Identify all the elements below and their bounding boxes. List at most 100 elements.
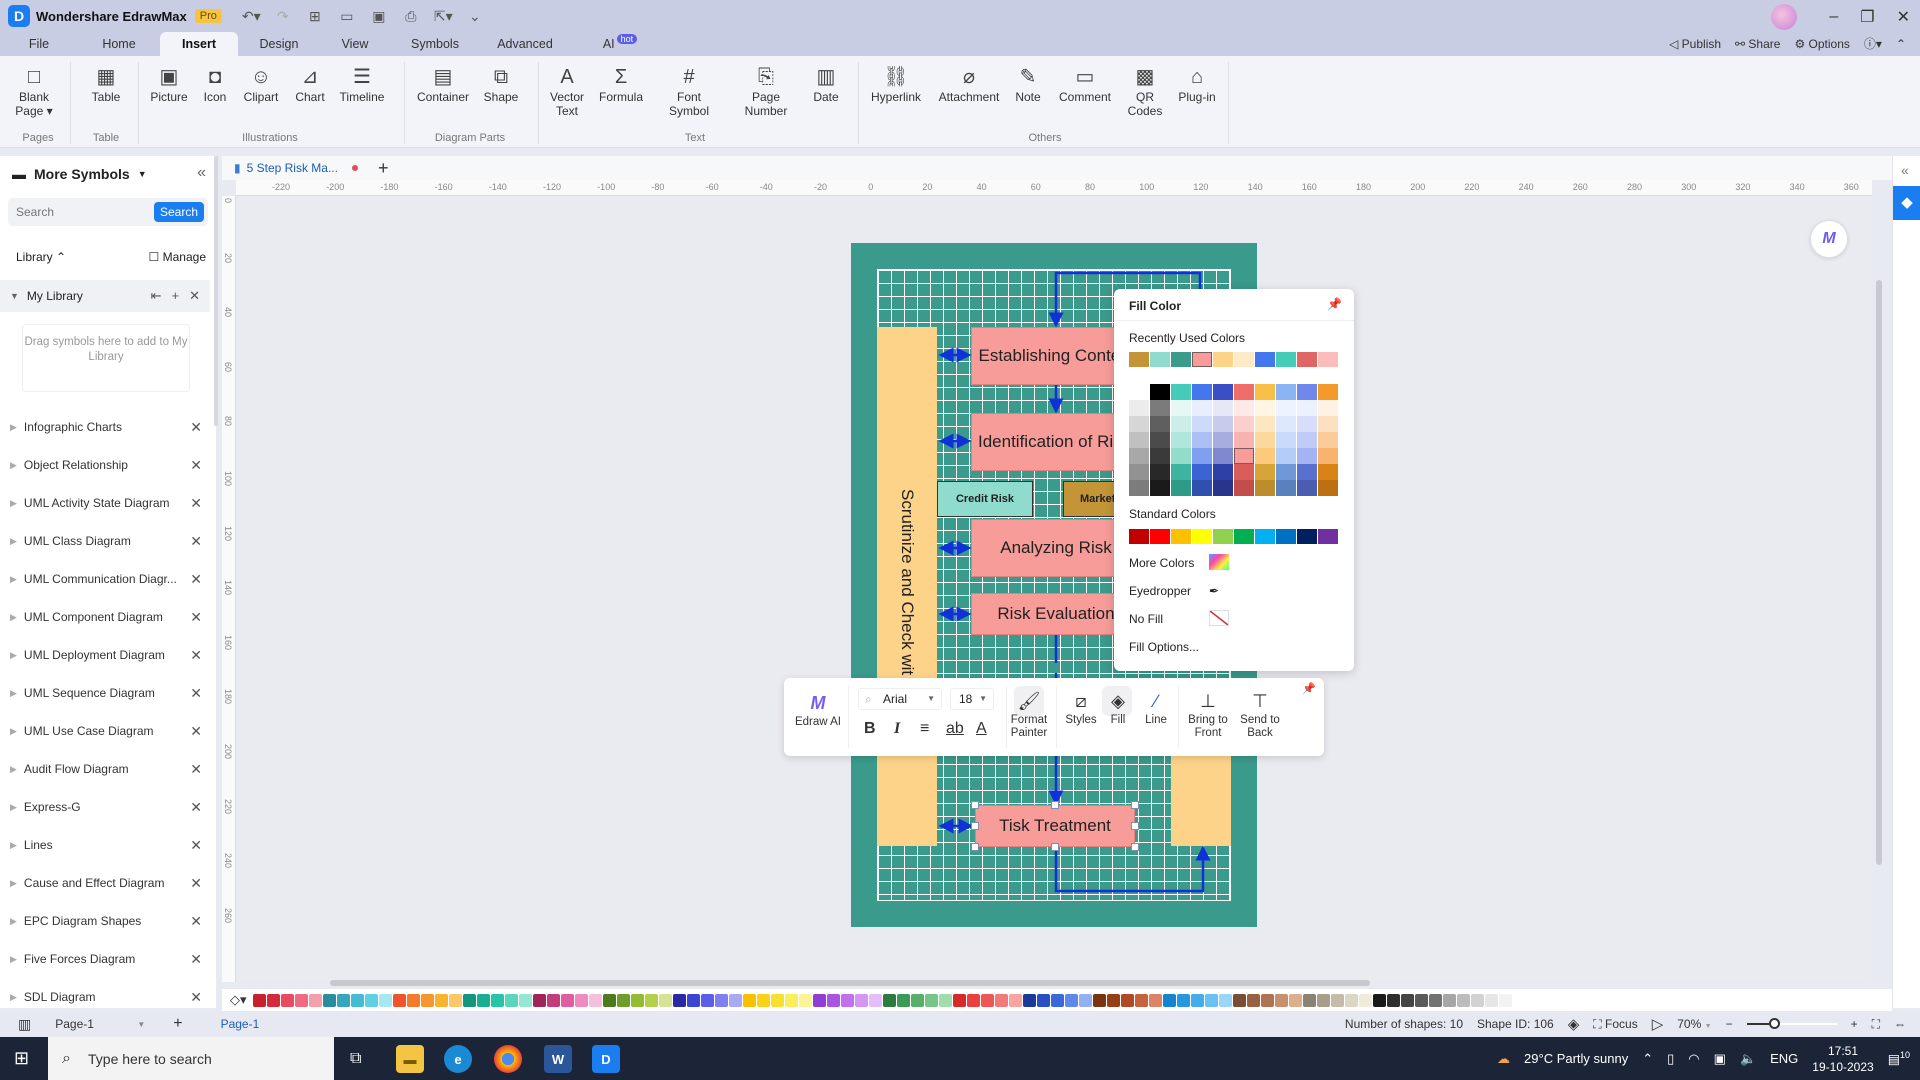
- quick-color-swatch[interactable]: [1400, 993, 1414, 1007]
- palette-color-swatch[interactable]: [1318, 448, 1338, 464]
- palette-color-swatch[interactable]: [1213, 480, 1233, 496]
- new-icon[interactable]: ⊞: [306, 8, 324, 25]
- recent-color-swatch[interactable]: [1171, 352, 1191, 367]
- quick-color-swatch[interactable]: [714, 993, 728, 1007]
- resize-handle-bl[interactable]: [971, 843, 979, 851]
- date-button[interactable]: ▥ Date: [810, 64, 842, 104]
- clipart-button[interactable]: ☺ Clipart: [240, 64, 282, 104]
- quick-color-swatch[interactable]: [1204, 993, 1218, 1007]
- library-item[interactable]: ▶ UML Class Diagram ✕: [0, 522, 216, 560]
- quick-color-swatch[interactable]: [336, 993, 350, 1007]
- quick-color-swatch[interactable]: [812, 993, 826, 1007]
- palette-color-swatch[interactable]: [1129, 384, 1149, 400]
- library-item[interactable]: ▶ Infographic Charts ✕: [0, 408, 216, 446]
- palette-color-swatch[interactable]: [1192, 432, 1212, 448]
- library-item[interactable]: ▶ UML Communication Diagr... ✕: [0, 560, 216, 598]
- chevron-up-icon[interactable]: ⌃: [1642, 1051, 1653, 1067]
- quick-color-swatch[interactable]: [322, 993, 336, 1007]
- palette-color-swatch[interactable]: [1129, 480, 1149, 496]
- palette-color-swatch[interactable]: [1213, 400, 1233, 416]
- quick-color-swatch[interactable]: [1176, 993, 1190, 1007]
- document-tab[interactable]: ▮ 5 Step Risk Ma...: [234, 161, 358, 175]
- save-icon[interactable]: ▣: [370, 8, 388, 25]
- import-icon[interactable]: ⇤: [151, 288, 162, 304]
- expand-right-panel-icon[interactable]: «: [1901, 162, 1909, 178]
- collapse-ribbon-icon[interactable]: ⌃: [1896, 37, 1906, 51]
- quick-color-swatch[interactable]: [1288, 993, 1302, 1007]
- bring-to-front-button[interactable]: ⊥ Bring to Front: [1182, 688, 1234, 740]
- palette-color-swatch[interactable]: [1255, 400, 1275, 416]
- vector-text-button[interactable]: A Vector Text: [546, 64, 588, 118]
- quick-color-swatch[interactable]: [1092, 993, 1106, 1007]
- remove-library-icon[interactable]: ✕: [190, 989, 202, 1006]
- focus-button[interactable]: ⛶ Focus: [1593, 1017, 1637, 1032]
- quick-color-swatch[interactable]: [798, 993, 812, 1007]
- quick-color-swatch[interactable]: [1036, 993, 1050, 1007]
- play-icon[interactable]: ▷: [1652, 1015, 1664, 1033]
- library-item[interactable]: ▶ Audit Flow Diagram ✕: [0, 750, 216, 788]
- recent-color-swatch[interactable]: [1234, 352, 1254, 367]
- quick-color-swatch[interactable]: [1134, 993, 1148, 1007]
- fit-page-icon[interactable]: ⛶: [1872, 1017, 1880, 1032]
- quick-color-swatch[interactable]: [1232, 993, 1246, 1007]
- quick-color-swatch[interactable]: [882, 993, 896, 1007]
- palette-color-swatch[interactable]: [1129, 400, 1149, 416]
- library-toggle[interactable]: Library ⌃: [16, 250, 66, 264]
- quick-color-swatch[interactable]: [1078, 993, 1092, 1007]
- quick-color-swatch[interactable]: [1484, 993, 1498, 1007]
- quick-color-swatch[interactable]: [1274, 993, 1288, 1007]
- palette-color-swatch[interactable]: [1213, 416, 1233, 432]
- more-colors-option[interactable]: More Colors: [1129, 554, 1229, 570]
- quick-color-swatch[interactable]: [1330, 993, 1344, 1007]
- tab-home[interactable]: Home: [78, 32, 160, 56]
- quick-color-swatch[interactable]: [616, 993, 630, 1007]
- plug-in-button[interactable]: ⌂ Plug-in: [1174, 64, 1220, 104]
- page-tab[interactable]: Page-1: [221, 1017, 260, 1031]
- recent-color-swatch[interactable]: [1213, 352, 1233, 367]
- remove-library-icon[interactable]: ✕: [190, 837, 202, 854]
- remove-library-icon[interactable]: ✕: [190, 913, 202, 930]
- resize-handle-br[interactable]: [1131, 843, 1139, 851]
- palette-color-swatch[interactable]: [1255, 416, 1275, 432]
- camera-icon[interactable]: ▯: [1667, 1051, 1674, 1067]
- formula-button[interactable]: Σ Formula: [596, 64, 646, 104]
- quick-color-swatch[interactable]: [1358, 993, 1372, 1007]
- quick-color-swatch[interactable]: [420, 993, 434, 1007]
- quick-color-swatch[interactable]: [308, 993, 322, 1007]
- edraw-ai-button[interactable]: M Edraw AI: [792, 690, 844, 729]
- quick-color-swatch[interactable]: [448, 993, 462, 1007]
- standard-color-swatch[interactable]: [1192, 529, 1212, 544]
- standard-color-swatch[interactable]: [1276, 529, 1296, 544]
- pin-icon[interactable]: 📌: [1327, 297, 1342, 311]
- restore-icon[interactable]: ❐: [1860, 7, 1874, 27]
- palette-color-swatch[interactable]: [1318, 432, 1338, 448]
- user-avatar[interactable]: [1771, 4, 1798, 30]
- quick-color-swatch[interactable]: [896, 993, 910, 1007]
- quick-color-swatch[interactable]: [840, 993, 854, 1007]
- taskbar-search[interactable]: ⌕ Type here to search: [48, 1037, 334, 1080]
- palette-color-swatch[interactable]: [1192, 448, 1212, 464]
- quick-color-swatch[interactable]: [1470, 993, 1484, 1007]
- library-drop-zone[interactable]: Drag symbols here to add to My Library: [22, 324, 190, 392]
- quick-color-swatch[interactable]: [1316, 993, 1330, 1007]
- quick-color-swatch[interactable]: [490, 993, 504, 1007]
- quick-color-swatch[interactable]: [364, 993, 378, 1007]
- blank-page-button[interactable]: □ Blank Page ▾: [14, 64, 54, 118]
- recent-color-swatch[interactable]: [1150, 352, 1170, 367]
- quick-color-swatch[interactable]: [1302, 993, 1316, 1007]
- library-item[interactable]: ▶ UML Sequence Diagram ✕: [0, 674, 216, 712]
- remove-library-icon[interactable]: ✕: [190, 533, 202, 550]
- palette-color-swatch[interactable]: [1276, 384, 1296, 400]
- remove-library-icon[interactable]: ✕: [190, 761, 202, 778]
- chrome-browser-icon[interactable]: [494, 1045, 522, 1073]
- quick-color-swatch[interactable]: [280, 993, 294, 1007]
- palette-color-swatch[interactable]: [1171, 448, 1191, 464]
- my-library-row[interactable]: ▼ My Library ⇤ + ✕: [0, 280, 210, 312]
- palette-color-swatch[interactable]: [1276, 448, 1296, 464]
- styles-button[interactable]: ⧄ Styles: [1064, 688, 1098, 727]
- quick-color-swatch[interactable]: [350, 993, 364, 1007]
- font-color-button[interactable]: A: [976, 720, 987, 738]
- pin-toolbar-icon[interactable]: 📌: [1302, 682, 1316, 695]
- quick-color-swatch[interactable]: [952, 993, 966, 1007]
- weather-text[interactable]: 29°C Partly sunny: [1524, 1051, 1628, 1066]
